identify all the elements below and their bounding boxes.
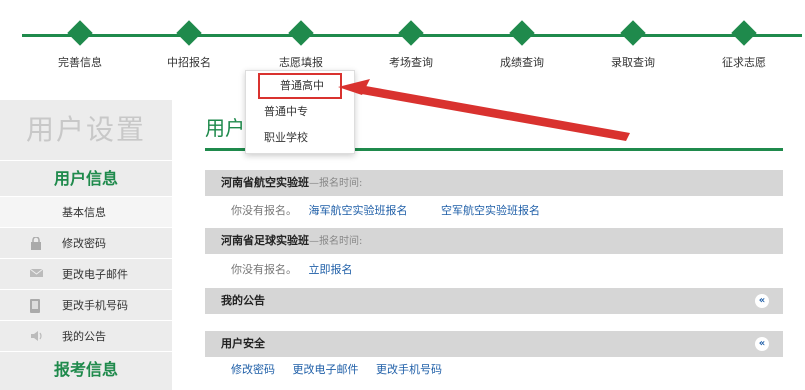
step-marker: [67, 20, 93, 46]
step-label: 志愿填报: [279, 56, 323, 69]
step-volunteer-fill[interactable]: 志愿填报: [256, 20, 346, 70]
collapse-icon[interactable]: «: [755, 337, 769, 351]
step-exam-room-query[interactable]: 考场查询: [366, 20, 456, 70]
sidebar-item-my-notices[interactable]: 我的公告: [0, 320, 172, 351]
sidebar-item-change-password[interactable]: 修改密码: [0, 227, 172, 258]
panel-title: 用户安全: [221, 337, 265, 350]
page-title: 用户: [205, 116, 245, 140]
panel-body-security: 修改密码 更改电子邮件 更改手机号码: [205, 357, 783, 383]
sidebar: 用户设置 用户信息 基本信息 修改密码 更改电子邮件 更改手机号码 我的公告 报…: [0, 100, 172, 390]
collapse-icon[interactable]: «: [755, 294, 769, 308]
sidebar-item-change-email[interactable]: 更改电子邮件: [0, 258, 172, 289]
speaker-icon: [30, 330, 44, 343]
panel-subtitle: —报名时间:: [309, 178, 363, 189]
panel-header-security: 用户安全 «: [205, 331, 783, 357]
panel-header-aviation: 河南省航空实验班—报名时间:: [205, 170, 783, 196]
step-label: 成绩查询: [500, 56, 544, 69]
sidebar-item-basic-info[interactable]: 基本信息: [0, 196, 172, 227]
menu-item-general-high-school[interactable]: 普通高中: [258, 73, 342, 99]
panel-title: 河南省航空实验班: [221, 176, 309, 189]
step-solicit-volunteer[interactable]: 征求志愿: [699, 20, 789, 70]
sidebar-section-exam-info: 报考信息: [0, 351, 172, 387]
status-text: 你没有报名。: [231, 204, 297, 217]
step-marker: [509, 20, 535, 46]
step-marker: [288, 20, 314, 46]
step-admission-query[interactable]: 录取查询: [588, 20, 678, 70]
sidebar-item-label: 更改手机号码: [62, 299, 128, 312]
step-complete-info[interactable]: 完善信息: [35, 20, 125, 70]
sidebar-item-change-phone[interactable]: 更改手机号码: [0, 289, 172, 320]
step-marker: [620, 20, 646, 46]
airforce-aviation-signup-link[interactable]: 空军航空实验班报名: [441, 204, 540, 217]
annotation-arrow-icon: [338, 79, 630, 141]
step-marker: [731, 20, 757, 46]
change-phone-link[interactable]: 更改手机号码: [376, 363, 442, 376]
step-label: 中招报名: [167, 56, 211, 69]
phone-icon: [30, 299, 44, 313]
change-email-link[interactable]: 更改电子邮件: [293, 363, 359, 376]
navy-aviation-signup-link[interactable]: 海军航空实验班报名: [309, 204, 408, 217]
sidebar-item-label: 修改密码: [62, 237, 106, 250]
panel-header-notice: 我的公告 «: [205, 288, 783, 314]
mail-icon: [29, 268, 44, 281]
step-label: 录取查询: [611, 56, 655, 69]
step-marker: [398, 20, 424, 46]
panel-body-aviation: 你没有报名。 海军航空实验班报名 空军航空实验班报名: [205, 198, 783, 224]
progress-step-bar: 完善信息 中招报名 志愿填报 考场查询 成绩查询 录取查询 征求志愿: [0, 0, 805, 80]
sidebar-item-label: 基本信息: [62, 206, 106, 219]
sidebar-section-user-info: 用户信息: [0, 160, 172, 196]
sidebar-item-label: 我的公告: [62, 330, 106, 343]
sidebar-item-label: 更改电子邮件: [62, 268, 128, 281]
step-label: 完善信息: [58, 56, 102, 69]
panel-title: 我的公告: [221, 294, 265, 307]
step-marker: [176, 20, 202, 46]
step-score-query[interactable]: 成绩查询: [477, 20, 567, 70]
panel-header-football: 河南省足球实验班—报名时间:: [205, 228, 783, 254]
panel-title: 河南省足球实验班: [221, 234, 309, 247]
panel-subtitle: —报名时间:: [309, 236, 363, 247]
step-enrollment[interactable]: 中招报名: [144, 20, 234, 70]
panel-body-football: 你没有报名。 立即报名: [205, 257, 783, 283]
lock-icon: [30, 236, 44, 250]
change-password-link[interactable]: 修改密码: [231, 363, 275, 376]
step-label: 考场查询: [389, 56, 433, 69]
sidebar-title: 用户设置: [25, 113, 146, 146]
football-signup-link[interactable]: 立即报名: [309, 263, 353, 276]
status-text: 你没有报名。: [231, 263, 297, 276]
step-label: 征求志愿: [722, 56, 766, 69]
